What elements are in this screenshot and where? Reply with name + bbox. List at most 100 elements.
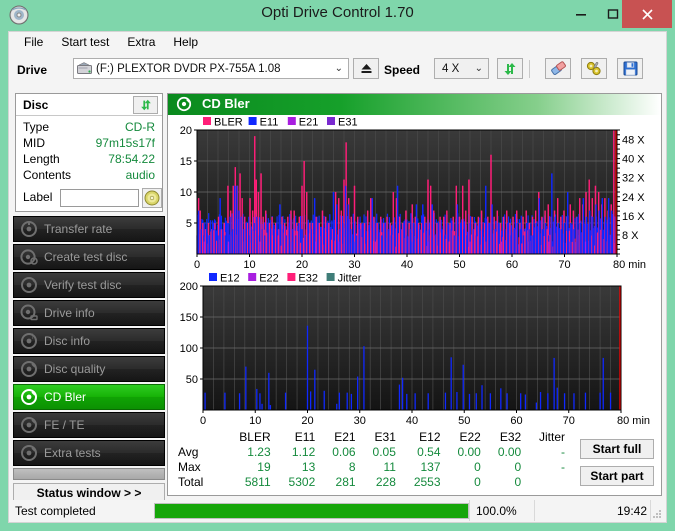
- status-divider: [469, 500, 470, 521]
- disc-value-mid: 97m15s17f: [95, 136, 155, 150]
- label-input[interactable]: [60, 189, 139, 207]
- app-window: Opti Drive Control 1.70 File Start test …: [0, 0, 675, 531]
- stats-cell: 0: [474, 475, 481, 489]
- stats-cell: 0.54: [417, 445, 441, 459]
- drive-label: Drive: [17, 63, 48, 77]
- disc-refresh-button[interactable]: [133, 96, 158, 114]
- disc-icon: [20, 276, 38, 294]
- legend-label-e32: E32: [298, 273, 318, 285]
- menu-file[interactable]: File: [15, 33, 52, 51]
- stats-col-e11: E11: [294, 430, 316, 444]
- erase-button[interactable]: [545, 58, 571, 79]
- refresh-button[interactable]: [497, 58, 523, 79]
- legend-label-jitter: Jitter: [338, 273, 362, 285]
- disc-row: Type CD-R: [16, 120, 162, 136]
- legend-label-bler: BLER: [214, 117, 243, 129]
- e12-chart[interactable]: E12 E22 E32 Jitter 50 100 150 200 0 10 20 30 40 50 60 7…: [170, 272, 659, 428]
- stats-cell: 0.00: [497, 445, 522, 459]
- stats-col-jitter: Jitter: [538, 430, 565, 444]
- menu-extra[interactable]: Extra: [118, 33, 164, 51]
- stats-cell: -: [561, 445, 565, 459]
- menu-help[interactable]: Help: [164, 33, 207, 51]
- label-disc-button[interactable]: [142, 188, 162, 208]
- stats-cell: [525, 475, 569, 490]
- sidebar-item-create-test-disc[interactable]: Create test disc: [13, 244, 165, 270]
- start-full-button[interactable]: Start full: [580, 439, 654, 459]
- stats-cell: 137: [420, 460, 441, 474]
- sidebar-item-label: Drive info: [44, 306, 95, 320]
- sidebar-item-disc-quality[interactable]: Disc quality: [13, 356, 165, 382]
- content-area: Disc Type CD-R MID 97m15s17f Length 78:5…: [8, 90, 667, 503]
- sidebar-item-label: Verify test disc: [44, 278, 122, 292]
- disc-icon: [20, 416, 38, 434]
- stats-cell: 1.12: [291, 445, 316, 459]
- xtick-label: 80 min: [613, 259, 646, 271]
- cd-bler-panel: CD Bler BLER E11 E21 E31 5 10 15 20 0 10 20 30 40 50 6…: [167, 93, 662, 496]
- table-row: Avg 1.23 1.12 0.06 0.05 0.54 0.00 0.00 -: [174, 445, 569, 460]
- xtick-label: 80 min: [617, 415, 650, 427]
- sidebar-item-verify-test-disc[interactable]: Verify test disc: [13, 272, 165, 298]
- sidebar-item-cd-bler[interactable]: CD Bler: [13, 384, 165, 410]
- minimize-button[interactable]: [566, 0, 596, 28]
- sidebar-item-label: FE / TE: [44, 418, 85, 432]
- stats-col-bler: BLER: [239, 430, 271, 444]
- legend-label-e22: E22: [259, 273, 279, 285]
- sidebar-item-label: Disc quality: [44, 362, 106, 376]
- disc-icon: [176, 96, 192, 112]
- ytick-label: 10: [180, 187, 192, 199]
- stats-col-e31: E31: [374, 430, 396, 444]
- disc-key-type: Type: [23, 120, 50, 134]
- stats-col-e12: E12: [419, 430, 441, 444]
- close-button[interactable]: [622, 0, 672, 28]
- legend-swatch-e12: [209, 273, 217, 281]
- stats-cell: 0.06: [332, 445, 356, 459]
- sidebar-item-disc-info[interactable]: i Disc info: [13, 328, 165, 354]
- speed-select[interactable]: 4 X ⌄: [434, 58, 489, 79]
- progress-percent: 100.0%: [476, 504, 517, 518]
- sidebar-item-extra-tests[interactable]: Extra tests: [13, 440, 165, 466]
- menu-bar: File Start test Extra Help: [8, 31, 667, 52]
- stats-col-e21: E21: [334, 430, 356, 444]
- sidebar-item-fe-te[interactable]: FE / TE: [13, 412, 165, 438]
- status-divider: [534, 500, 535, 521]
- stats-row-label: Avg: [178, 445, 199, 459]
- y2tick-label: 8 X: [622, 230, 639, 242]
- xtick-label: 50: [458, 415, 470, 427]
- save-button[interactable]: [617, 58, 643, 79]
- stats-cell: 228: [375, 475, 396, 489]
- xtick-label: 60: [506, 259, 518, 271]
- toolbar: Drive (F:) PLEXTOR DVDR PX-755A 1.08 ⌄ S…: [8, 52, 667, 90]
- disc-key-mid: MID: [23, 136, 45, 150]
- bler-chart[interactable]: BLER E11 E21 E31 5 10 15 20 0 10 20 30 40 50 60 70 80 mi…: [170, 116, 659, 272]
- menu-start-test[interactable]: Start test: [52, 33, 118, 51]
- start-part-button[interactable]: Start part: [580, 466, 654, 486]
- disc-panel: Disc Type CD-R MID 97m15s17f Length 78:5…: [15, 93, 163, 212]
- y2tick-label: 32 X: [622, 173, 645, 185]
- disc-panel-title: Disc: [23, 98, 49, 112]
- xtick-label: 0: [200, 415, 206, 427]
- speed-value: 4 X: [442, 62, 460, 75]
- drive-icon: [77, 62, 92, 75]
- sidebar-item-transfer-rate[interactable]: Transfer rate: [13, 216, 165, 242]
- stats-cell: 0: [474, 460, 481, 474]
- resize-grip[interactable]: [651, 508, 663, 520]
- sidebar-item-label: Extra tests: [44, 446, 101, 460]
- ytick-label: 5: [186, 218, 192, 230]
- refresh-icon: [140, 99, 151, 111]
- chevron-down-icon: ⌄: [474, 63, 483, 74]
- y2tick-label: 24 X: [622, 192, 645, 204]
- elapsed-time: 19:42: [617, 504, 648, 518]
- ytick-label: 100: [180, 343, 198, 355]
- stats-cell: 19: [257, 460, 271, 474]
- stats-cell: 0: [514, 460, 522, 474]
- tools-button[interactable]: [581, 58, 607, 79]
- eject-button[interactable]: [353, 58, 379, 79]
- panel-header: CD Bler: [168, 94, 661, 115]
- drive-select[interactable]: (F:) PLEXTOR DVDR PX-755A 1.08 ⌄: [73, 58, 349, 79]
- y2tick-label: 40 X: [622, 154, 645, 166]
- sidebar-item-label: CD Bler: [44, 390, 87, 404]
- legend-label-e31: E31: [338, 117, 358, 129]
- sidebar-item-drive-info[interactable]: Drive info: [13, 300, 165, 326]
- disc-row: Contents audio: [16, 168, 162, 184]
- page-title: CD Bler: [202, 96, 250, 111]
